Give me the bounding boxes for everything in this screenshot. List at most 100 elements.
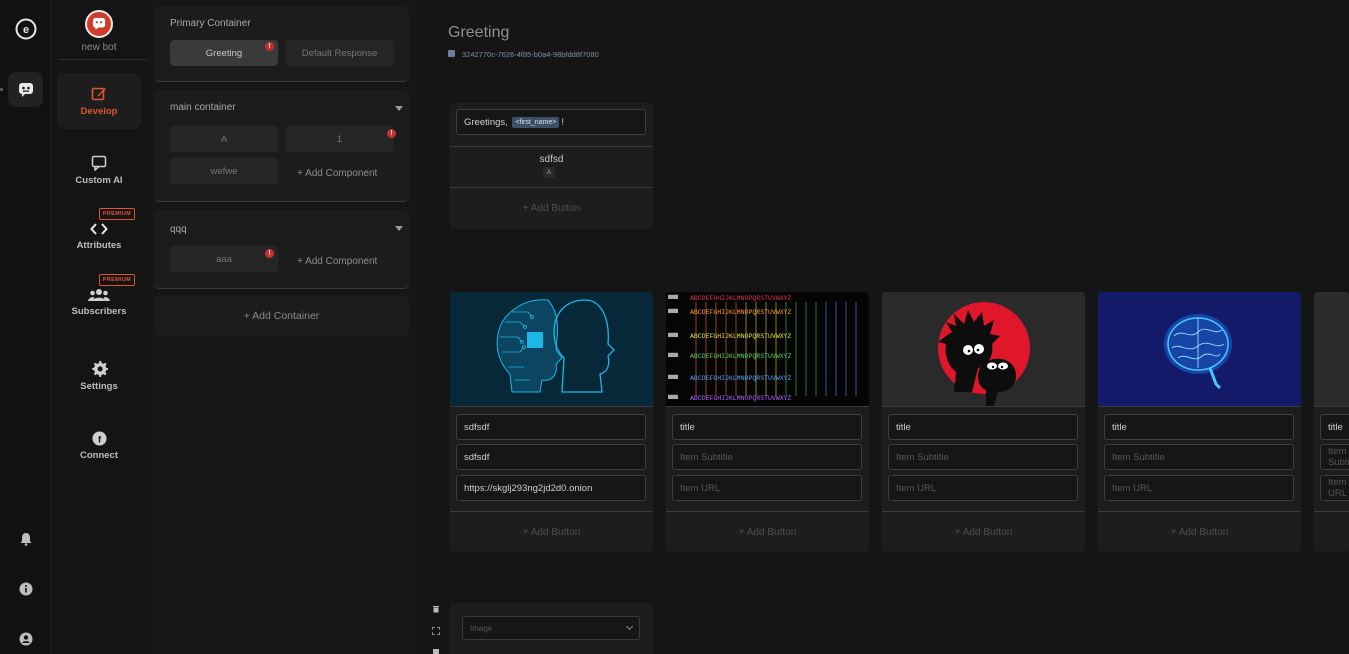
gallery-card: ABCDEFGHIJKLMNOPQRSTUVWXYZ ABCDEFGHIJKLM… [666,292,869,552]
card-divider [666,406,869,407]
nav-attributes[interactable]: PREMIUM Attributes [57,208,141,264]
block-wefwe[interactable]: wefwe [170,158,278,184]
svg-text:ABCDEFGHIJKLMNOPQRSTUVWXYZ: ABCDEFGHIJKLMNOPQRSTUVWXYZ [690,395,792,402]
main-container: main container A 1 ! wefwe + Add Compone… [154,90,409,202]
block-a[interactable]: A [170,126,278,152]
collapse-caret-icon[interactable] [395,226,403,231]
add-button[interactable]: + Add Button [882,527,1085,538]
card-divider [450,406,653,407]
item-url-input[interactable]: Item URL [1104,475,1294,501]
error-icon: ! [387,129,396,138]
nav-label: Custom AI [75,174,123,186]
card-divider [1098,406,1301,407]
svg-text:e: e [22,24,28,36]
nav-label: Subscribers [71,305,127,317]
qqq-container: qqq aaa ! + Add Component [154,210,409,289]
app-logo-icon[interactable]: e [8,11,43,46]
item-subtitle-input[interactable]: Item Subtitle [888,444,1078,470]
chat-bubble-icon [91,155,107,171]
error-icon: ! [265,42,274,51]
item-title-input[interactable]: title [1104,414,1294,440]
item-url-input[interactable]: Item URL [1320,475,1349,501]
gallery-card: title Item Subtitle Item URL + Add Butto… [1098,292,1301,552]
container-title: main container [170,102,236,113]
card-divider [882,406,1085,407]
add-component-button[interactable]: + Add Component [297,168,377,179]
quick-reply-title[interactable]: sdfsd [450,154,653,165]
item-url-input[interactable]: Item URL [888,475,1078,501]
item-title-input[interactable]: sdfsdf [456,414,646,440]
gallery-card: sdfsdf sdfsdf https://skglj293ng2jd2d0.o… [450,292,653,552]
nav-custom-ai[interactable]: Custom AI [57,142,141,198]
item-title-input[interactable]: title [1320,414,1349,440]
image-card: Image [450,603,653,654]
bot-name: new bot [81,42,117,53]
item-title-input[interactable]: title [672,414,862,440]
nav-subscribers[interactable]: PREMIUM Subscribers [57,274,141,330]
item-subtitle-input[interactable]: Item Subtitle [1104,444,1294,470]
card-divider [1314,511,1349,512]
primary-container: Primary Container Greeting ! Default Res… [154,6,409,82]
colorful-cipher-chart-image[interactable]: ABCDEFGHIJKLMNOPQRSTUVWXYZ ABCDEFGHIJKLM… [666,292,869,406]
copy-icon[interactable] [448,50,455,57]
icon-rail: e [0,0,51,654]
nav-label: Connect [80,450,118,461]
container-title: qqq [170,224,187,235]
nav-label: Develop [80,105,118,117]
card-divider [450,187,653,188]
trash-icon[interactable] [432,605,440,613]
add-container-button[interactable]: + Add Container [154,296,409,336]
nav-connect[interactable]: f Connect [57,418,141,474]
nav-settings[interactable]: Settings [57,348,141,404]
add-button[interactable]: + Add Button [450,203,653,214]
item-subtitle-input[interactable]: sdfsdf [456,444,646,470]
copy-block-icon[interactable] [432,648,440,654]
glowing-brain-image[interactable] [1098,292,1301,406]
premium-badge: PREMIUM [98,274,135,286]
card-divider [450,511,653,512]
block-1[interactable]: 1 [285,126,394,152]
facebook-icon: f [91,431,107,446]
nav-develop[interactable]: Develop [57,73,141,129]
error-icon: ! [265,249,274,258]
expand-icon[interactable] [432,627,440,635]
bot-avatar-icon[interactable] [85,10,113,38]
add-component-button[interactable]: + Add Component [297,256,377,267]
sidebar: new bot Develop Custom AI PREMIUM Attrib… [51,0,147,654]
containers-panel: Primary Container Greeting ! Default Res… [147,0,416,654]
main-editor: Greeting 3242770c-7626-4f85-b0a4-98bfdd8… [416,0,1349,654]
user-icon[interactable] [8,621,43,654]
item-url-input[interactable]: Item URL [672,475,862,501]
add-button[interactable]: + Add Button [1098,527,1301,538]
item-title-input[interactable]: title [888,414,1078,440]
add-button[interactable]: + Add Button [450,527,653,538]
empty-image-placeholder[interactable] [1314,292,1349,406]
block-aaa[interactable]: aaa [170,246,278,272]
block-id: 3242770c-7626-4f85-b0a4-98bfdd8f7080 [462,50,599,59]
info-icon[interactable] [8,571,43,606]
block-default-response[interactable]: Default Response [285,40,394,66]
rick-morty-silhouette-image[interactable] [882,292,1085,406]
nav-label: Attributes [76,239,122,251]
add-button[interactable]: + Add Button [666,527,869,538]
first-name-tag: <first_name> [512,116,560,128]
collapse-caret-icon[interactable] [395,106,403,111]
sidebar-divider [59,59,147,60]
card-divider [450,146,653,147]
bot-icon[interactable] [8,72,43,107]
item-subtitle-input[interactable]: Item Subtitle [1320,444,1349,470]
edit-icon [91,87,106,100]
item-subtitle-input[interactable]: Item Subtitle [672,444,862,470]
bell-icon[interactable] [8,521,43,556]
item-url-input[interactable]: https://skglj293ng2jd2d0.onion [456,475,646,501]
media-type-select[interactable]: Image [462,616,640,640]
container-title: Primary Container [170,18,251,29]
card-divider [666,511,869,512]
premium-badge: PREMIUM [98,208,135,220]
card-divider [882,511,1085,512]
chevron-down-icon [625,622,634,631]
block-greeting[interactable]: Greeting [170,40,278,66]
text-message-input[interactable]: Greetings, <first_name>! [456,109,646,135]
ai-head-circuit-image[interactable] [450,292,653,406]
gear-icon [91,360,108,377]
